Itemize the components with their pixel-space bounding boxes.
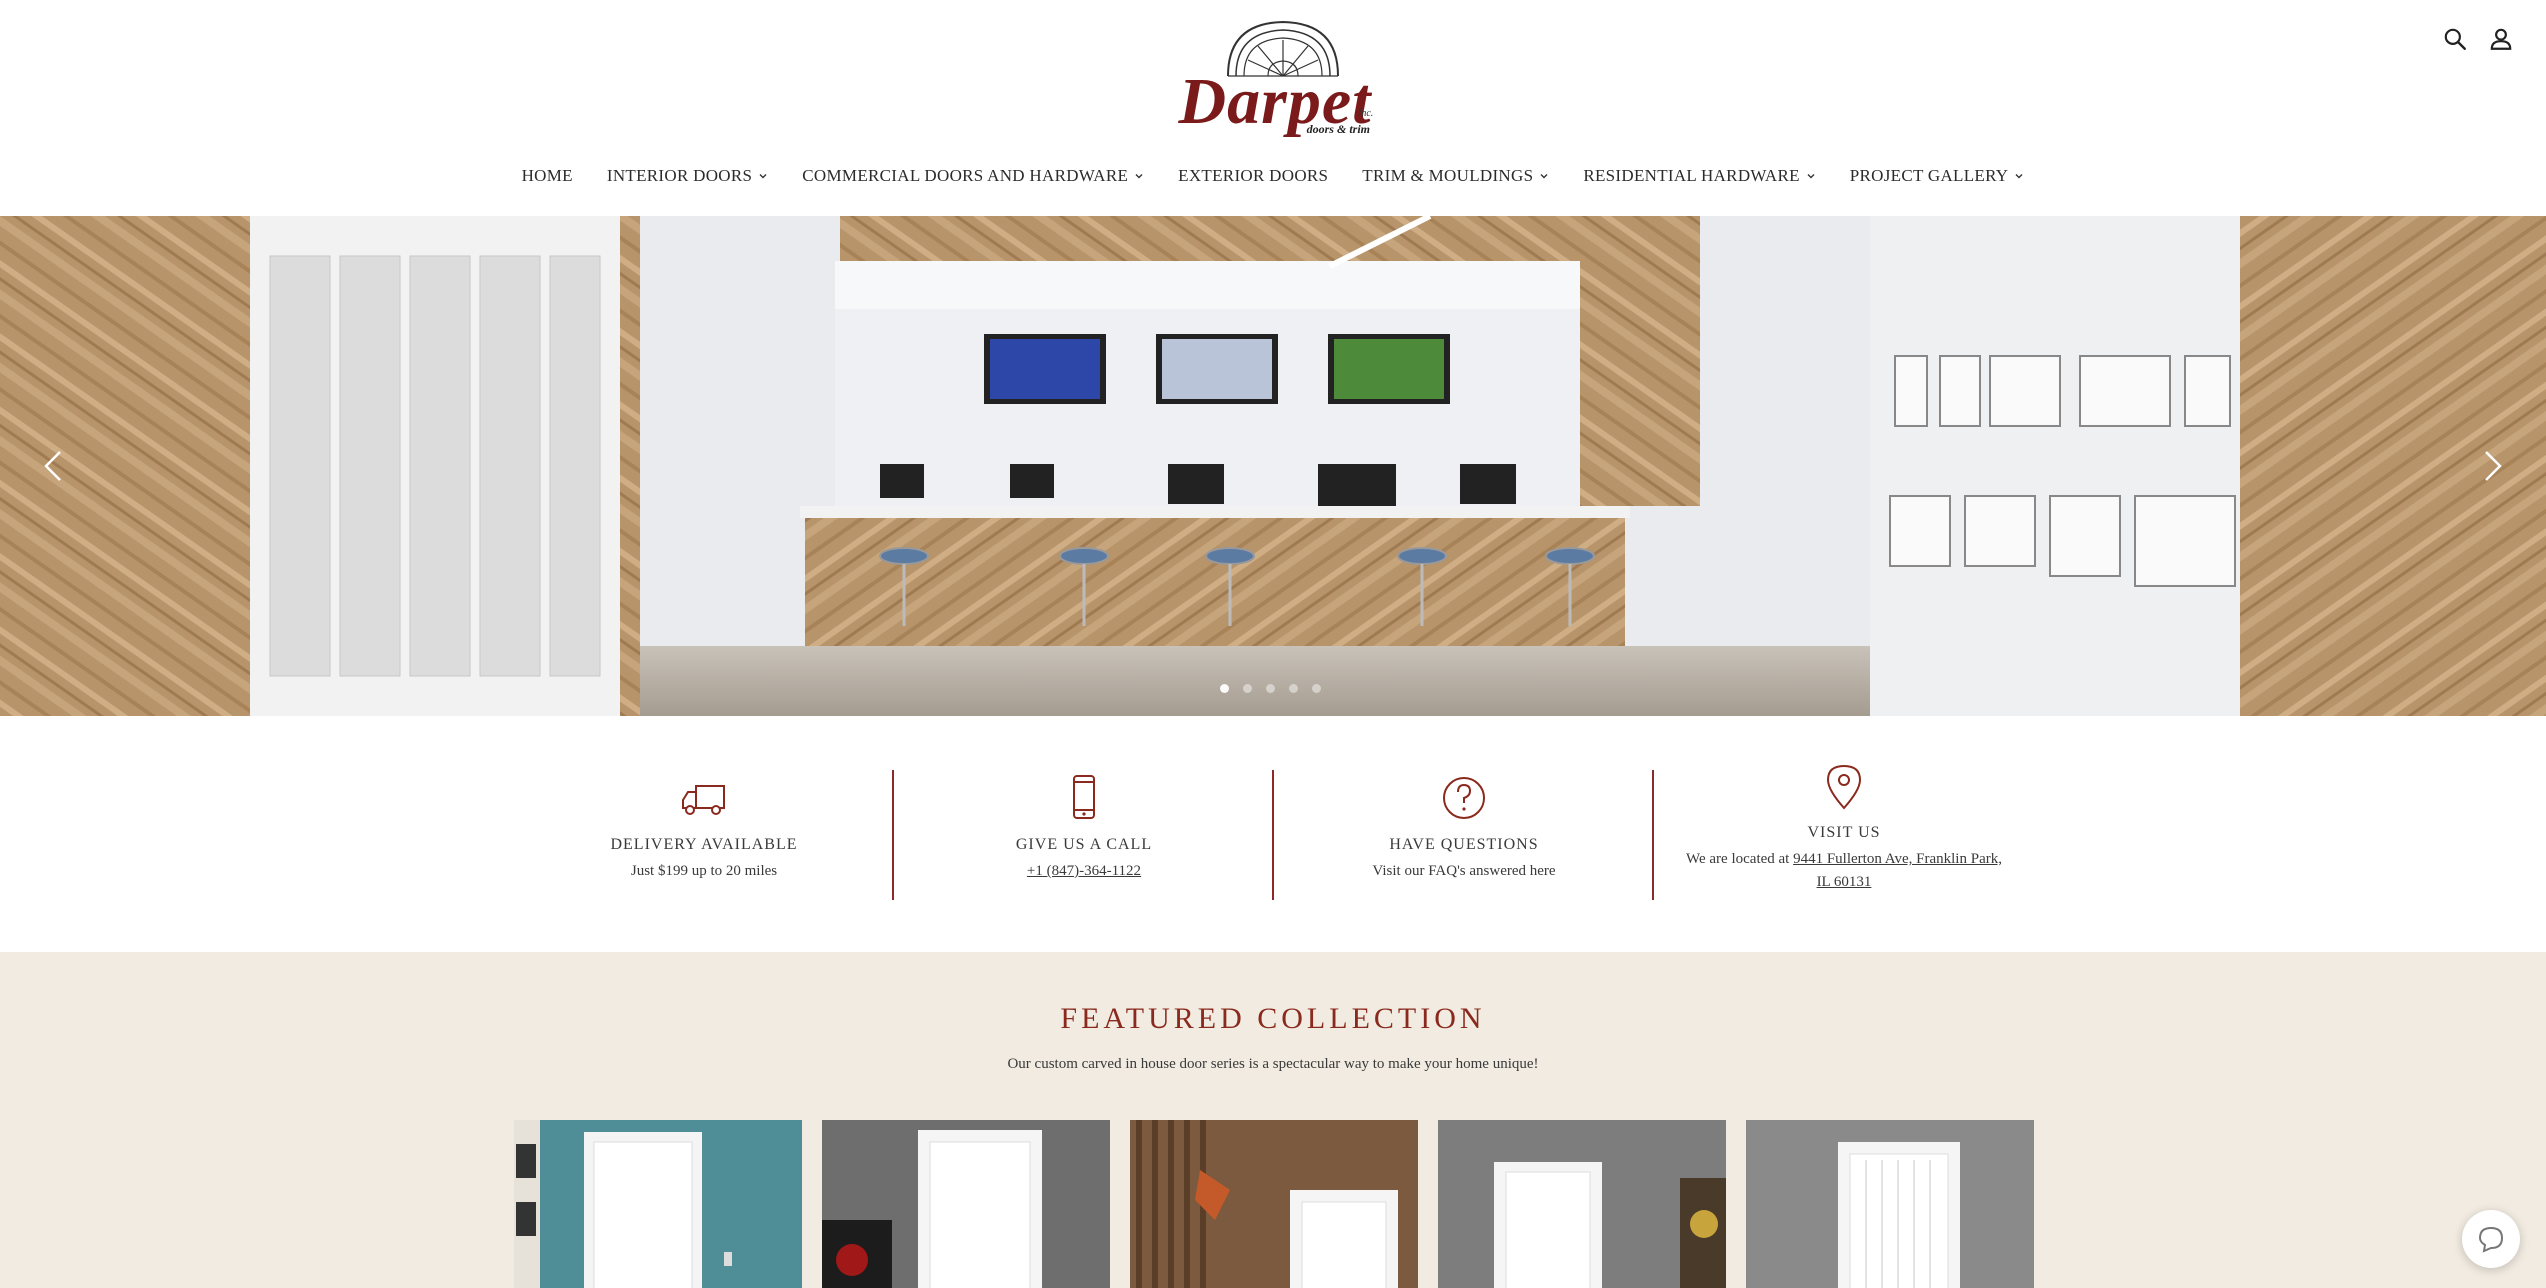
nav-label: HOME (521, 166, 573, 185)
nav-item-commercial-doors[interactable]: COMMERCIAL DOORS AND HARDWARE (785, 166, 1161, 186)
product-card[interactable] (1746, 1120, 2034, 1288)
delivery-truck-icon (682, 785, 725, 815)
slide-dot[interactable] (1312, 684, 1321, 693)
product-image (1438, 1120, 1726, 1288)
showroom-image (0, 216, 2546, 716)
feature-strip: DELIVERY AVAILABLE Just $199 up to 20 mi… (0, 716, 2546, 952)
logo-inc: Inc. (1358, 108, 1374, 119)
nav-item-exterior-doors[interactable]: EXTERIOR DOORS (1161, 166, 1345, 186)
slide-prev-arrow-icon[interactable] (34, 446, 74, 486)
nav-item-project-gallery[interactable]: PROJECT GALLERY (1833, 166, 2042, 186)
address-link[interactable]: 9441 Fullerton Ave, Franklin Park, IL 60… (1793, 851, 2002, 890)
nav-label: TRIM & MOULDINGS (1362, 166, 1534, 185)
product-card[interactable] (822, 1120, 1110, 1288)
chevron-down-icon (759, 174, 767, 179)
chevron-down-icon (1807, 174, 1815, 179)
phone-link[interactable]: +1 (847)-364-1122 (1027, 863, 1141, 879)
header-icons (2442, 26, 2514, 52)
slide-dot[interactable] (1266, 684, 1275, 693)
feature-title: HAVE QUESTIONS (1389, 836, 1539, 853)
feature-title: DELIVERY AVAILABLE (610, 836, 798, 853)
feature-title: GIVE US A CALL (1015, 836, 1153, 853)
slide-dot[interactable] (1289, 684, 1298, 693)
featured-heading: FEATURED COLLECTION (1060, 1002, 1486, 1035)
feature-text: Just $199 up to 20 miles (630, 863, 778, 879)
site-header: Darpet Inc. doors & trim HOME INTERIOR D… (0, 0, 2546, 216)
darpet-logo[interactable]: Darpet Inc. doors & trim (1170, 18, 1380, 146)
address-prefix: We are located at (1686, 851, 1794, 867)
nav-item-trim-mouldings[interactable]: TRIM & MOULDINGS (1345, 166, 1566, 186)
product-card[interactable] (1130, 1120, 1418, 1288)
feature-visit: VISIT US We are located at 9441 Fullerto… (1654, 758, 2034, 894)
slide-dot[interactable] (1220, 684, 1229, 693)
feature-text: We are located at 9441 Fullerton Ave, Fr… (1654, 848, 2034, 894)
featured-subtitle: Our custom carved in house door series i… (1007, 1056, 1539, 1072)
chevron-down-icon (2015, 174, 2023, 179)
search-icon[interactable] (2442, 26, 2468, 52)
feature-delivery: DELIVERY AVAILABLE Just $199 up to 20 mi… (514, 770, 894, 883)
nav-item-residential-hardware[interactable]: RESIDENTIAL HARDWARE (1566, 166, 1832, 186)
main-nav: HOME INTERIOR DOORS COMMERCIAL DOORS AND… (0, 166, 2546, 186)
slide-dot[interactable] (1243, 684, 1252, 693)
chat-button[interactable] (2462, 1210, 2520, 1268)
nav-item-interior-doors[interactable]: INTERIOR DOORS (590, 166, 785, 186)
nav-label: RESIDENTIAL HARDWARE (1583, 166, 1800, 185)
product-image (1746, 1120, 2034, 1288)
phone-icon (1073, 775, 1095, 819)
product-image (1130, 1120, 1418, 1288)
feature-questions: HAVE QUESTIONS Visit our FAQ's answered … (1274, 770, 1654, 883)
slide-next-arrow-icon[interactable] (2472, 446, 2512, 486)
nav-label: PROJECT GALLERY (1849, 166, 2009, 185)
hero-slideshow (0, 216, 2546, 716)
nav-label: COMMERCIAL DOORS AND HARDWARE (802, 166, 1129, 185)
product-image (514, 1120, 802, 1288)
feature-title: VISIT US (1807, 824, 1881, 841)
product-image (822, 1120, 1110, 1288)
account-icon[interactable] (2488, 26, 2514, 52)
feature-text: +1 (847)-364-1122 (894, 860, 1274, 883)
nav-label: EXTERIOR DOORS (1178, 166, 1329, 185)
feature-call: GIVE US A CALL +1 (847)-364-1122 (894, 770, 1274, 883)
slide-dots (1220, 684, 1321, 693)
question-icon (1443, 777, 1485, 819)
nav-label: INTERIOR DOORS (606, 166, 753, 185)
chevron-down-icon (1135, 174, 1143, 179)
chat-bubble-icon (2478, 1226, 2504, 1253)
chevron-down-icon (1540, 174, 1548, 179)
product-card[interactable] (1438, 1120, 1726, 1288)
featured-collection: FEATURED COLLECTION Our custom carved in… (0, 952, 2546, 1288)
product-card[interactable] (514, 1120, 802, 1288)
map-pin-icon (1826, 764, 1862, 810)
nav-item-home[interactable]: HOME (505, 166, 590, 186)
logo-tagline: doors & trim (1306, 122, 1370, 136)
feature-text[interactable]: Visit our FAQ's answered here (1274, 860, 1654, 883)
